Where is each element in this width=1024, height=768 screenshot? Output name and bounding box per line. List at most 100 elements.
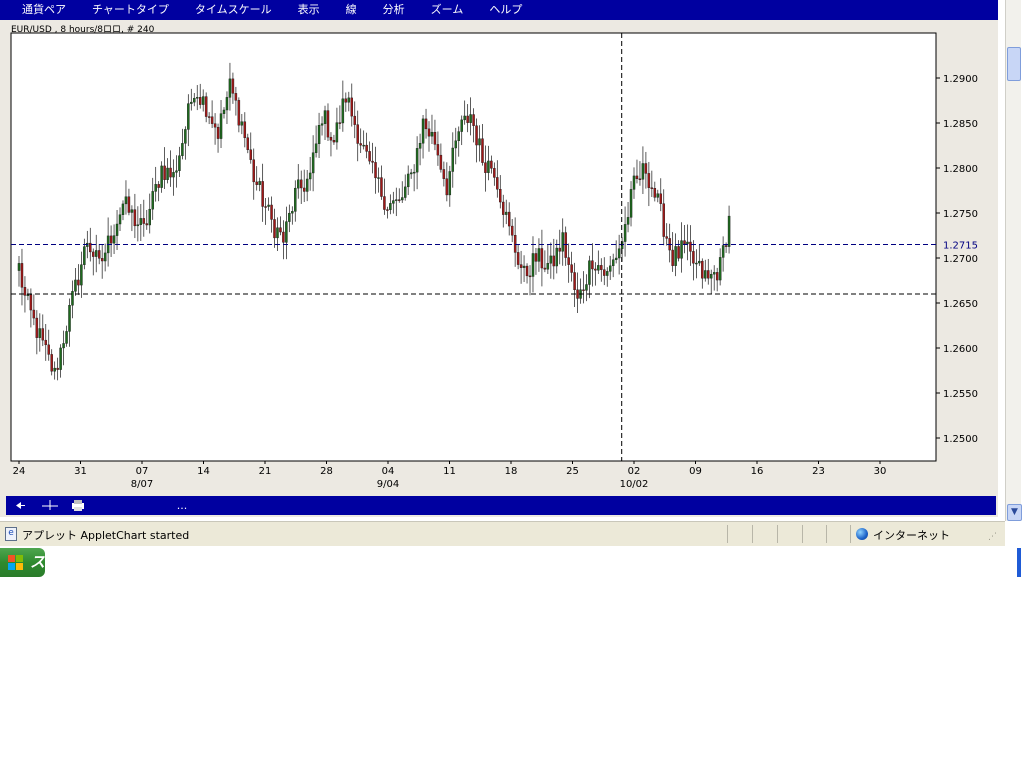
- y-tick-label: 1.2600: [943, 344, 978, 355]
- candle-body: [671, 249, 674, 266]
- candle-body: [196, 97, 199, 99]
- candle-body: [231, 78, 235, 94]
- candle-body: [151, 191, 154, 210]
- plot-area[interactable]: [10, 32, 937, 462]
- candle-body: [534, 253, 538, 262]
- status-separator: [802, 525, 803, 543]
- candle-body: [460, 119, 463, 132]
- candle-body: [635, 175, 639, 180]
- status-separator: [727, 525, 728, 543]
- resize-grip-icon[interactable]: ⋰: [988, 531, 1000, 543]
- candle-body: [83, 246, 86, 265]
- candle-body: [172, 172, 175, 178]
- windows-logo-icon: [8, 555, 24, 570]
- price-axis: 1.2500 1.2550 1.2600 1.2650 1.2700 1.2750 1.28…: [936, 74, 978, 445]
- candle-body: [65, 331, 68, 344]
- candle-body: [353, 115, 356, 125]
- status-separator: [826, 525, 827, 543]
- crosshair-icon: [42, 500, 58, 510]
- candle-body: [267, 204, 270, 207]
- candle-body: [558, 247, 561, 252]
- printer-icon: [72, 500, 84, 511]
- candle-body: [139, 218, 143, 225]
- candle-body: [724, 245, 728, 247]
- candle-body: [47, 344, 50, 355]
- arrow-left-icon: [16, 502, 25, 509]
- candle-body: [136, 224, 140, 227]
- chevron-down-icon: ▼: [1011, 507, 1018, 517]
- print-tool[interactable]: [70, 498, 86, 513]
- candle-body: [576, 289, 579, 299]
- candle-body: [496, 177, 499, 190]
- candle-body: [510, 225, 514, 236]
- candle-body: [240, 121, 244, 126]
- crosshair-tool[interactable]: [40, 498, 60, 513]
- candle-body: [308, 172, 312, 180]
- status-separator: [777, 525, 778, 543]
- candle-body: [412, 171, 416, 174]
- candle-body: [344, 98, 348, 103]
- month-label: 9/04: [377, 479, 399, 490]
- price-chart[interactable]: 1.2500 1.2550 1.2600 1.2650 1.2700 1.2750 1.28…: [0, 0, 998, 496]
- candle-body: [406, 173, 410, 188]
- applet-window: 通貨ペア チャートタイプ タイムスケール 表示 線 分析 ズーム ヘルプ EUR…: [0, 0, 998, 517]
- candle-body: [641, 163, 645, 180]
- x-tick-label: 21: [259, 466, 272, 477]
- candle-body: [525, 265, 529, 277]
- candle-body: [442, 169, 446, 179]
- candle-body: [258, 181, 261, 185]
- start-button[interactable]: スタート: [0, 548, 45, 577]
- x-tick-label: 31: [74, 466, 87, 477]
- candle-body: [507, 211, 511, 227]
- vertical-scrollbar[interactable]: ▼: [1005, 0, 1022, 521]
- candle-body: [377, 177, 380, 179]
- candle-body: [326, 110, 330, 138]
- candle-body: [567, 257, 570, 265]
- candle-body: [68, 305, 71, 332]
- candle-body: [44, 339, 47, 346]
- candle-body: [207, 116, 211, 118]
- start-label: スタート: [30, 553, 45, 571]
- candle-body: [469, 114, 472, 123]
- candle-body: [484, 162, 487, 173]
- candle-body: [198, 97, 202, 105]
- candle-body: [439, 154, 443, 170]
- candle-body: [329, 136, 333, 141]
- candle-body: [608, 265, 612, 272]
- scroll-down-button[interactable]: ▼: [1007, 504, 1022, 521]
- x-tick-label: 18: [505, 466, 518, 477]
- candle-body: [294, 187, 297, 212]
- candle-body: [531, 253, 535, 277]
- candle-body: [50, 354, 53, 372]
- candle-body: [282, 231, 285, 243]
- candle-body: [145, 223, 148, 226]
- candle-body: [585, 284, 588, 291]
- candle-body: [519, 264, 523, 268]
- candle-body: [243, 121, 247, 138]
- x-tick-label: 14: [197, 466, 210, 477]
- candle-body: [445, 178, 449, 196]
- scrollbar-thumb[interactable]: [1007, 47, 1021, 81]
- candle-body: [573, 272, 576, 291]
- candle-body: [552, 255, 556, 267]
- candle-body: [647, 173, 651, 188]
- candle-body: [178, 155, 181, 171]
- more-tools-button[interactable]: ...: [174, 498, 190, 513]
- candle-body: [169, 167, 172, 178]
- candle-body: [555, 247, 558, 267]
- candle-body: [392, 200, 395, 204]
- y-tick-label: 1.2750: [943, 209, 978, 220]
- candle-body: [359, 143, 362, 146]
- candle-body: [689, 241, 692, 252]
- candle-body: [499, 189, 502, 203]
- candle-body: [721, 245, 725, 258]
- candle-body: [279, 227, 282, 233]
- status-separator: [850, 525, 851, 543]
- candle-body: [656, 193, 660, 198]
- scroll-left-tool[interactable]: [12, 498, 28, 513]
- candle-body: [302, 187, 306, 192]
- candle-body: [300, 179, 303, 189]
- candle-body: [109, 235, 113, 244]
- x-tick-label: 24: [13, 466, 26, 477]
- candle-body: [516, 252, 520, 265]
